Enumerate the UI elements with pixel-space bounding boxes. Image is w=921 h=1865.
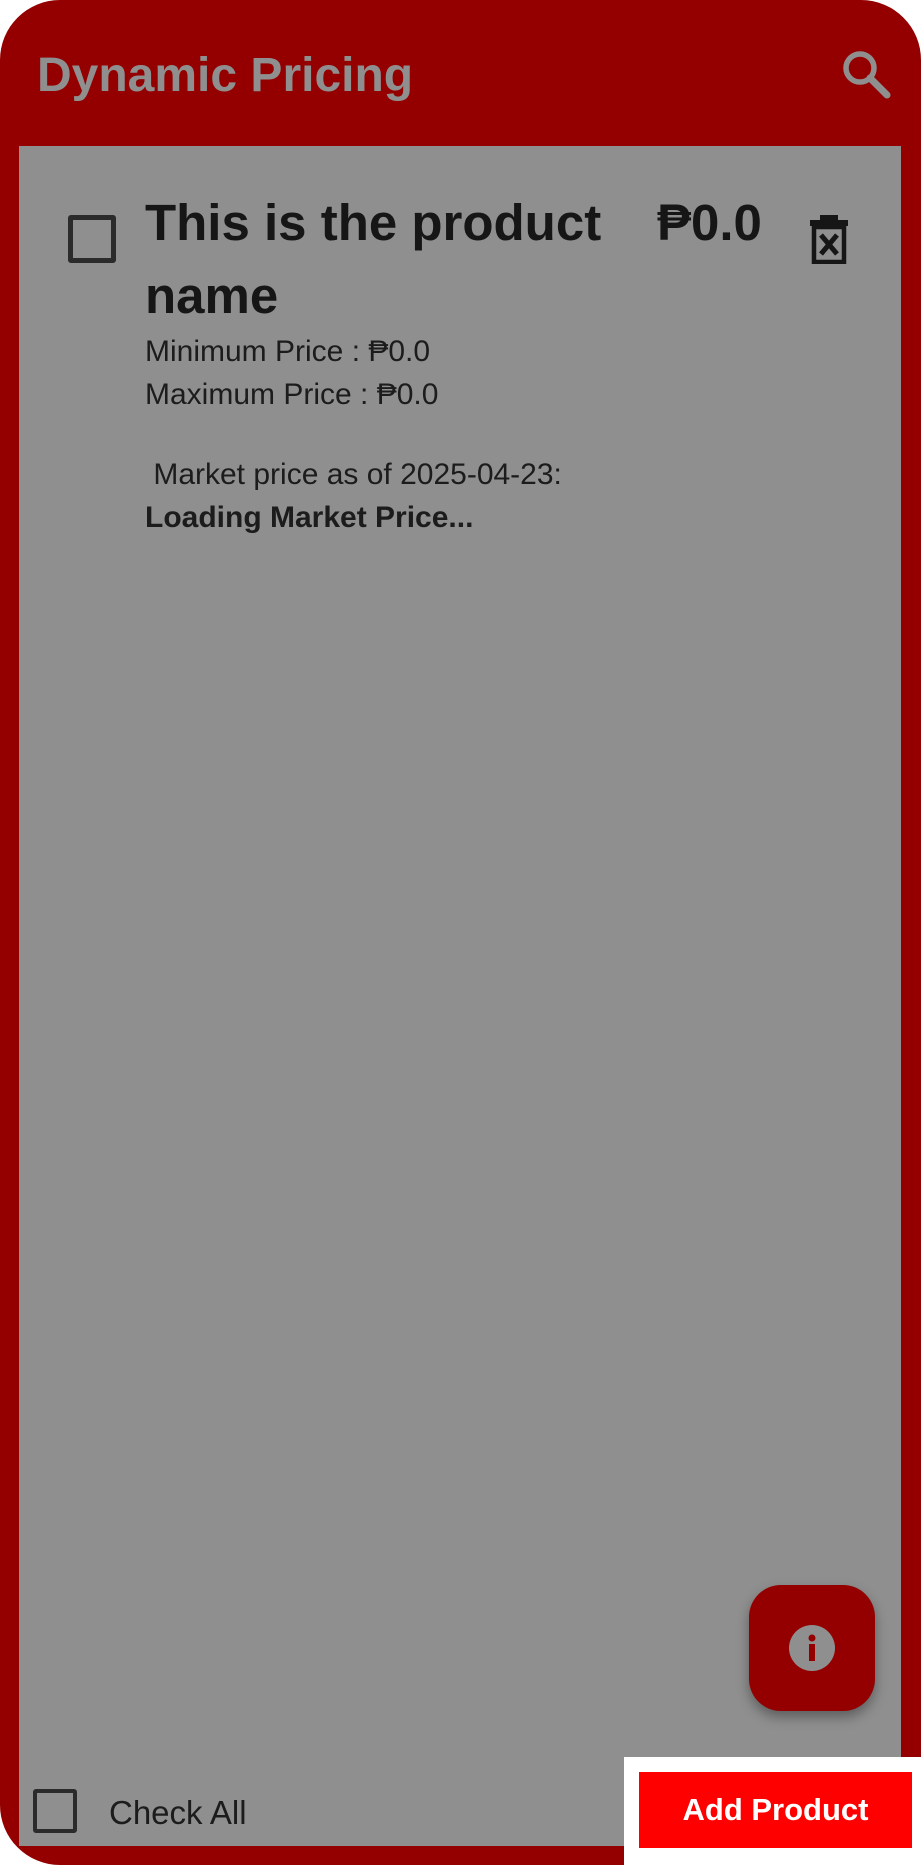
search-icon: [843, 51, 891, 99]
minimum-price: Minimum Price : ₱0.0: [145, 335, 431, 368]
market-price-label: Market price as of 2025-04-23:: [145, 458, 562, 491]
product-checkbox[interactable]: [68, 215, 116, 263]
search-button[interactable]: [840, 48, 892, 100]
check-all-label: Check All: [109, 1794, 247, 1831]
add-product-container: Add Product: [624, 1757, 921, 1865]
add-product-button[interactable]: Add Product: [639, 1772, 912, 1848]
delete-x-icon: [810, 215, 848, 265]
maximum-price: Maximum Price : ₱0.0: [145, 378, 439, 411]
check-all-checkbox[interactable]: [33, 1789, 77, 1833]
market-price-status: Loading Market Price...: [145, 501, 474, 534]
page-title: Dynamic Pricing: [37, 49, 414, 102]
app-frame: Dynamic Pricing This is the product name…: [0, 0, 921, 1865]
product-price: ₱0.0: [657, 194, 762, 251]
product-name: This is the product name: [145, 194, 602, 324]
app-bar: Dynamic Pricing: [0, 0, 921, 146]
info-icon: [789, 1625, 835, 1671]
delete-product-button[interactable]: [806, 214, 852, 265]
info-button[interactable]: [749, 1585, 875, 1711]
